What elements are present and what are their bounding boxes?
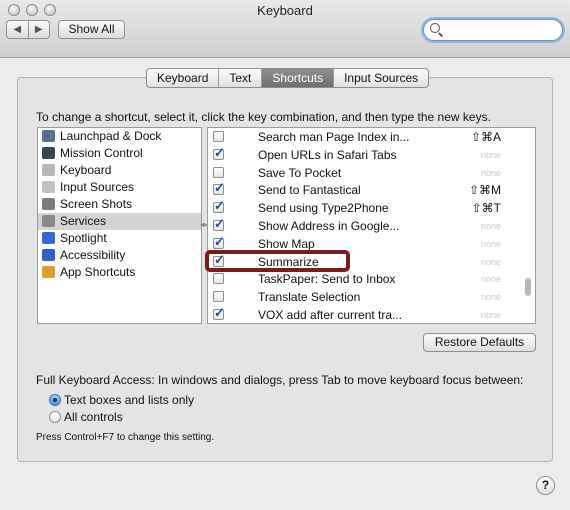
service-shortcut-key[interactable]: none: [481, 168, 501, 178]
annotation-highlight-box: [205, 250, 350, 272]
service-name: Save To Pocket: [258, 165, 342, 180]
category-label: App Shortcuts: [60, 265, 136, 279]
service-name: Search man Page Index in...: [258, 130, 410, 144]
service-name: TaskPaper: Send to Inbox: [258, 272, 396, 287]
category-label: Input Sources: [60, 180, 135, 194]
service-row[interactable]: Send to Fantastical ⇧⌘M: [208, 180, 535, 199]
scrollbar-thumb[interactable]: [525, 278, 531, 296]
service-name: Send using Type2Phone: [258, 201, 389, 216]
search-icon: [430, 23, 440, 33]
radio-all-controls-label[interactable]: All controls: [64, 410, 123, 424]
category-item[interactable]: Services: [38, 213, 201, 230]
full-keyboard-access-label: Full Keyboard Access: In windows and dia…: [36, 373, 524, 387]
spotlight-icon: [42, 232, 55, 244]
category-item[interactable]: Screen Shots: [38, 196, 201, 213]
title-bar: Keyboard ◀ ▶ Show All: [0, 0, 570, 58]
nav-segmented-control: ◀ ▶: [6, 20, 50, 39]
category-label: Spotlight: [60, 231, 107, 245]
instruction-text: To change a shortcut, select it, click t…: [36, 110, 491, 124]
service-shortcut-key[interactable]: ⇧⌘A: [471, 130, 501, 144]
service-checkbox[interactable]: [213, 180, 225, 196]
tab-shortcuts[interactable]: Shortcuts: [261, 69, 334, 87]
service-checkbox[interactable]: [213, 305, 225, 321]
service-shortcut-key[interactable]: none: [481, 257, 501, 267]
category-item[interactable]: Accessibility: [38, 247, 201, 264]
category-item[interactable]: Mission Control: [38, 145, 201, 162]
service-row[interactable]: Translate Selection none: [208, 288, 535, 306]
shortcut-list: Search man Page Index in...⇧⌘AOpen URLs …: [207, 127, 536, 324]
service-row[interactable]: Show Address in Google... none: [208, 216, 535, 235]
gear-icon: [42, 215, 55, 227]
fka-note: Press Control+F7 to change this setting.: [36, 432, 215, 443]
window-title: Keyboard: [257, 3, 313, 18]
tab-keyboard[interactable]: Keyboard: [147, 69, 218, 87]
back-arrow-icon[interactable]: ◀: [7, 21, 28, 38]
search-input[interactable]: [444, 22, 558, 39]
launchpad-icon: [42, 130, 55, 142]
service-checkbox[interactable]: [213, 234, 225, 250]
input-sources-icon: [42, 181, 55, 193]
tab-input-sources[interactable]: Input Sources: [333, 69, 428, 87]
category-label: Mission Control: [60, 146, 143, 160]
accessibility-icon: [42, 249, 55, 261]
service-checkbox[interactable]: [213, 273, 224, 285]
service-shortcut-key[interactable]: none: [481, 274, 501, 284]
category-label: Keyboard: [60, 163, 112, 177]
service-name: Translate Selection: [258, 290, 361, 305]
service-row[interactable]: TaskPaper: Send to Inbox none: [208, 270, 535, 288]
service-checkbox[interactable]: [213, 131, 224, 142]
service-row[interactable]: VOX add after current tra... none: [208, 305, 535, 323]
service-name: Show Map: [258, 236, 315, 251]
category-item[interactable]: App Shortcuts: [38, 264, 201, 281]
service-shortcut-key[interactable]: none: [481, 292, 501, 302]
category-label: Screen Shots: [60, 197, 133, 211]
service-shortcut-key[interactable]: ⇧⌘M: [469, 183, 501, 197]
category-label: Services: [60, 214, 107, 228]
category-label: Launchpad & Dock: [60, 129, 162, 143]
service-shortcut-key[interactable]: none: [481, 221, 501, 231]
radio-text-boxes-only-label[interactable]: Text boxes and lists only: [64, 393, 194, 407]
service-row[interactable]: Search man Page Index in... ⇧⌘A: [208, 128, 535, 146]
service-row[interactable]: Open URLs in Safari Tabs none: [208, 145, 535, 164]
service-shortcut-key[interactable]: ⇧⌘T: [472, 201, 501, 215]
mission-control-icon: [42, 147, 55, 159]
category-list: Launchpad & Dock Mission Control Keyboard I…: [37, 127, 202, 324]
service-checkbox[interactable]: [213, 216, 225, 232]
restore-defaults-button[interactable]: Restore Defaults: [423, 333, 536, 352]
screenshot-icon: [42, 198, 55, 210]
service-name: Send to Fantastical: [258, 183, 361, 198]
category-item[interactable]: Keyboard: [38, 162, 201, 179]
service-name: Show Address in Google...: [258, 218, 400, 233]
service-checkbox[interactable]: [213, 145, 225, 161]
service-row[interactable]: Send using Type2Phone ⇧⌘T: [208, 198, 535, 217]
service-shortcut-key[interactable]: none: [481, 239, 501, 249]
service-name: Open URLs in Safari Tabs: [258, 147, 397, 162]
keyboard-icon: [42, 164, 55, 176]
forward-arrow-icon[interactable]: ▶: [27, 21, 50, 38]
app-shortcuts-icon: [42, 266, 55, 278]
help-button[interactable]: ?: [536, 476, 555, 495]
category-item[interactable]: Spotlight: [38, 230, 201, 247]
category-item[interactable]: Launchpad & Dock: [38, 128, 201, 145]
tab-text[interactable]: Text: [218, 69, 261, 87]
service-name: VOX add after current tra...: [258, 307, 403, 322]
service-checkbox[interactable]: [213, 291, 224, 303]
service-shortcut-key[interactable]: none: [481, 310, 501, 320]
category-item[interactable]: Input Sources: [38, 179, 201, 196]
service-row[interactable]: Save To Pocket none: [208, 164, 535, 182]
service-checkbox[interactable]: [213, 166, 224, 178]
radio-text-boxes-only[interactable]: [49, 394, 61, 406]
service-checkbox[interactable]: [213, 198, 225, 214]
category-label: Accessibility: [60, 248, 126, 262]
tab-bar: Keyboard Text Shortcuts Input Sources: [146, 68, 430, 88]
search-field[interactable]: [423, 19, 563, 41]
show-all-button[interactable]: Show All: [58, 20, 125, 39]
service-shortcut-key[interactable]: none: [481, 150, 501, 160]
radio-all-controls[interactable]: [49, 411, 61, 423]
